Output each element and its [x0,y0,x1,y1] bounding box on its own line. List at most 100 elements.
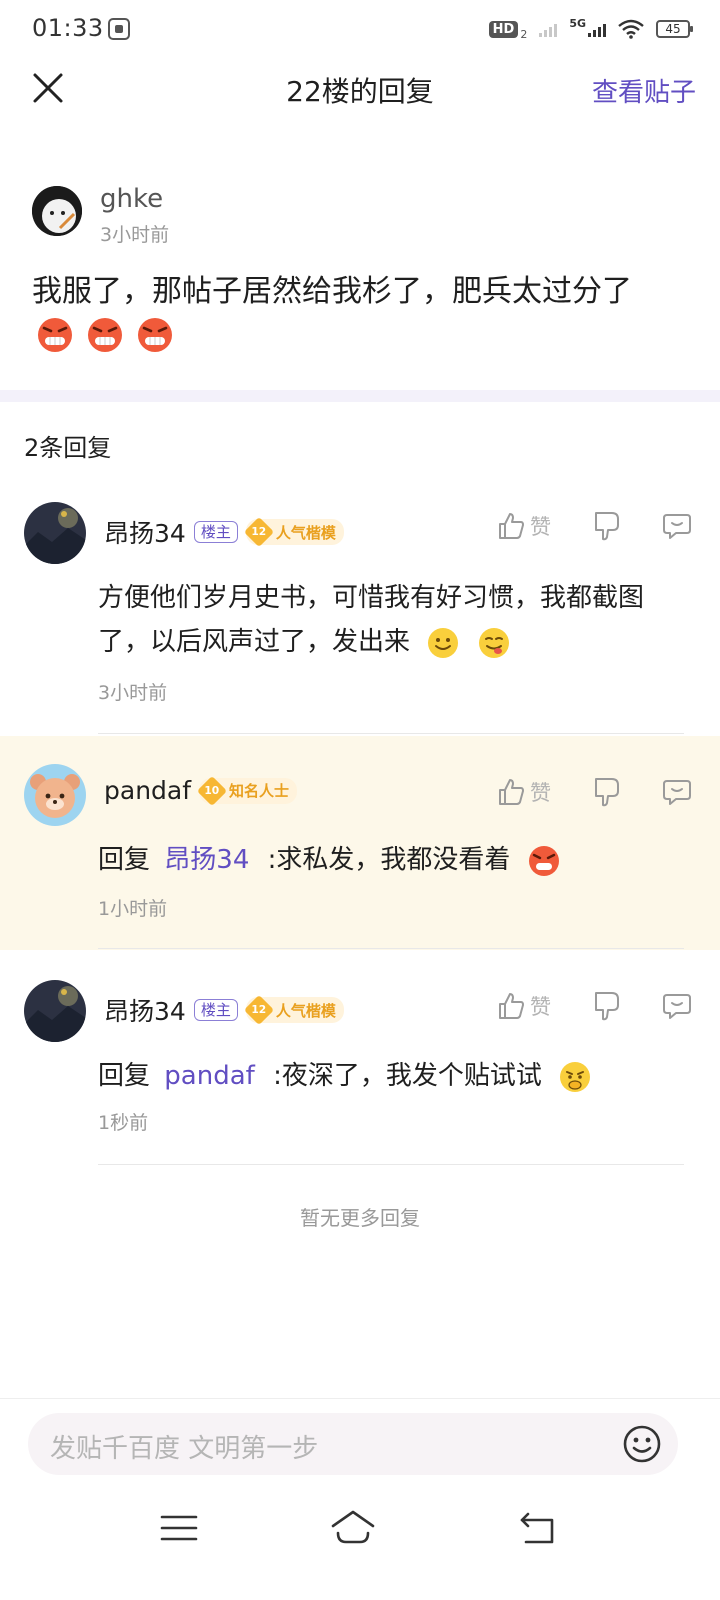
reply-content: 回复 pandaf :夜深了，我发个贴试试 [98,1054,688,1098]
input-placeholder: 发贴千百度 文明第一步 [50,1434,319,1464]
view-post-link[interactable]: 查看贴子 [592,72,696,109]
thinking-emoji-icon [560,1061,591,1092]
comment-icon [663,780,691,805]
level-number: 12 [251,525,267,539]
post-input[interactable]: 发贴千百度 文明第一步 [28,1413,678,1475]
home-nav-button[interactable] [328,1506,378,1550]
like-label: 赞 [530,515,551,539]
comment-button[interactable] [662,991,692,1021]
reply-author-name[interactable]: pandaf [104,776,191,805]
home-icon [331,1510,375,1544]
level-number: 12 [251,1003,267,1017]
avatar[interactable] [24,764,86,826]
reply-item: pandaf 10 知名人士 赞 回复 昂扬34 :求私发，我都没看着 1小时前 [0,736,720,950]
reply-text: 方便他们岁月史书，可惜我有好习惯，我都截图了，以后风声过了，发出来 [98,583,645,657]
post-emojis [36,316,174,354]
mention-link[interactable]: 昂扬34 [164,845,249,875]
reply-time: 3小时前 [98,682,168,704]
emoji-icon [623,1425,661,1463]
emoji-button[interactable] [622,1424,662,1464]
level-title: 人气楷模 [275,523,336,542]
like-button[interactable]: 赞 [496,777,566,807]
back-nav-button[interactable] [514,1506,564,1550]
reply-text: :夜深了，我发个贴试试 [273,1061,542,1091]
reply-divider [98,1164,684,1165]
level-title: 知名人士 [229,782,290,800]
reply-author-row: 昂扬34 楼主 12 人气楷模 [104,992,344,1028]
like-button[interactable]: 赞 [496,991,566,1021]
comment-button[interactable] [662,777,692,807]
reply-item: 昂扬34 楼主 12 人气楷模 赞 方便他们岁月史书，可惜我有好习惯，我都截图了… [0,480,720,736]
reply-item: 昂扬34 楼主 12 人气楷模 赞 回复 pandaf :夜深了，我发个贴试试 [0,950,720,1168]
mention-link[interactable]: pandaf [164,1061,255,1091]
reply-time: 1小时前 [98,898,168,920]
status-bar: 01:33 HD 2 5G 45 [0,0,720,58]
thumbs-down-icon [595,512,619,541]
wifi-icon [618,19,644,39]
network-type-label: 5G [569,16,586,30]
owner-badge: 楼主 [193,999,238,1021]
thumbs-down-icon [595,778,619,807]
like-label: 赞 [530,781,551,805]
reply-actions: 赞 [496,510,692,542]
avatar[interactable] [24,502,86,564]
level-badge: 10 [196,775,228,806]
bottom-input-bar: 发贴千百度 文明第一步 [0,1398,720,1488]
thumbs-up-icon [499,993,524,1019]
reply-actions: 赞 [496,776,692,808]
no-more-replies: 暂无更多回复 [300,1206,420,1230]
system-nav-bar [0,1488,720,1600]
reply-prefix: 回复 [98,1061,151,1091]
reply-divider [98,733,684,734]
post-content: 我服了，那帖子居然给我杉了，肥兵太过分了 [32,274,632,309]
avatar[interactable] [24,980,86,1042]
level-title: 人气楷模 [275,1001,336,1020]
reply-content: 回复 昂扬34 :求私发，我都没看着 [98,838,688,882]
reply-time: 1秒前 [98,1112,149,1134]
level-tag: 12 人气楷模 [243,994,344,1026]
dislike-button[interactable] [592,510,622,542]
angry-emoji-icon [138,318,172,352]
reply-actions: 赞 [496,990,692,1022]
like-label: 赞 [530,995,551,1019]
level-tag: 12 人气楷模 [243,516,344,548]
comment-icon [663,994,691,1019]
reply-prefix: 回复 [98,845,151,875]
angry-emoji-icon [528,845,559,876]
app-notification-icon [108,18,130,40]
dislike-button[interactable] [592,776,622,808]
author-name[interactable]: ghke [100,184,163,214]
smile-emoji-icon [428,627,459,658]
menu-nav-button[interactable] [154,1506,204,1550]
reply-author-name[interactable]: 昂扬34 [104,514,186,550]
like-button[interactable]: 赞 [496,511,566,541]
reply-divider [98,948,684,949]
signal-icon-sim2 [588,21,606,37]
dislike-button[interactable] [592,990,622,1022]
reply-detail-page: 01:33 HD 2 5G 45 22楼的回复 查看贴子 ghke 3小时前 我… [0,0,720,1600]
status-indicators: HD 2 5G 45 [488,16,693,42]
thumbs-up-icon [499,779,524,805]
hd-sub-label: 2 [520,27,528,41]
angry-emoji-icon [38,318,72,352]
reply-author-row: pandaf 10 知名人士 [104,775,298,806]
reply-text: :求私发，我都没看着 [267,845,511,875]
post-time: 3小时前 [100,224,170,246]
main-post: ghke 3小时前 我服了，那帖子居然给我杉了，肥兵太过分了 [0,122,720,390]
menu-icon [160,1515,198,1541]
section-divider [0,390,720,402]
thumbs-down-icon [595,992,619,1021]
avatar[interactable] [32,186,82,236]
status-time: 01:33 [32,14,104,42]
battery-icon: 45 [656,20,693,38]
reply-count: 2条回复 [24,434,112,462]
signal-icon-sim1 [539,21,558,37]
header: 22楼的回复 查看贴子 [0,58,720,122]
level-tag: 10 知名人士 [196,775,298,806]
reply-author-row: 昂扬34 楼主 12 人气楷模 [104,514,344,550]
angry-emoji-icon [88,318,122,352]
level-badge: 12 [243,994,274,1026]
comment-button[interactable] [662,511,692,541]
level-number: 10 [204,784,220,797]
reply-author-name[interactable]: 昂扬34 [104,992,186,1028]
